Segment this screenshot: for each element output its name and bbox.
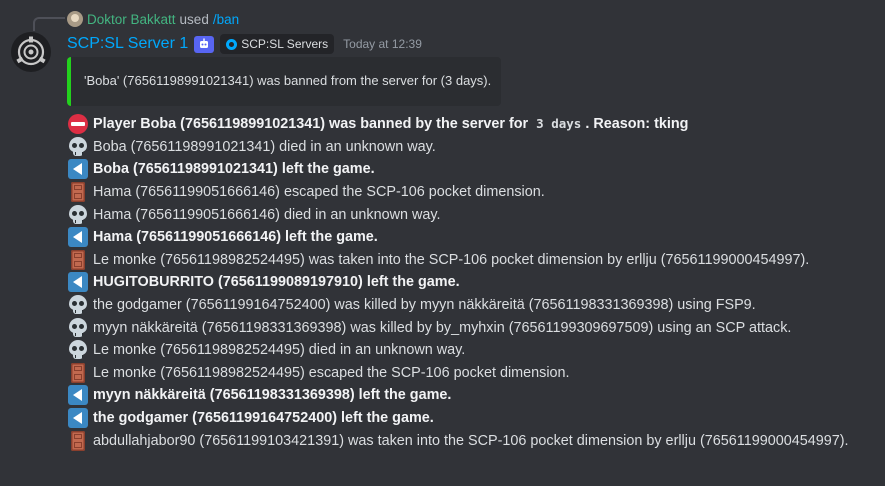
- log-lines: Player Boba (76561198991021341) was bann…: [67, 113, 882, 452]
- ban-embed: 'Boba' (76561198991021341) was banned fr…: [67, 57, 501, 106]
- log-line: Hama (76561199051666146) left the game.: [67, 226, 882, 249]
- log-line-text: Hama (76561199051666146) escaped the SCP…: [93, 184, 545, 201]
- log-line-text: Hama (76561199051666146) died in an unkn…: [93, 206, 441, 223]
- log-line: Hama (76561199051666146) escaped the SCP…: [67, 181, 882, 204]
- log-line-text: HUGITOBURRITO (76561199089197910) left t…: [93, 274, 460, 291]
- skull-icon: [67, 317, 89, 338]
- inline-code: 3 days: [536, 116, 582, 132]
- log-line-text: myyn näkkäreitä (76561198331369398) left…: [93, 387, 452, 404]
- reply-connector: [33, 17, 65, 31]
- server-tag-label: SCP:SL Servers: [241, 37, 329, 51]
- bot-avatar[interactable]: [11, 32, 51, 72]
- door-icon: [67, 182, 89, 203]
- log-line-text-end: . Reason: tking: [585, 116, 689, 133]
- server-tag[interactable]: SCP:SL Servers: [220, 34, 335, 54]
- back-arrow-icon: [67, 227, 89, 248]
- door-icon: [67, 249, 89, 270]
- reply-username[interactable]: Doktor Bakkatt: [87, 12, 176, 27]
- message-timestamp[interactable]: Today at 12:39: [343, 37, 422, 51]
- back-arrow-icon: [67, 408, 89, 429]
- skull-icon: [67, 295, 89, 315]
- log-line-text: Le monke (76561198982524495) died in an …: [93, 342, 466, 359]
- door-icon: [67, 430, 89, 451]
- log-line: Le monke (76561198982524495) escaped the…: [67, 362, 882, 385]
- server-tag-icon: [226, 38, 238, 50]
- log-line-text-start: Player Boba (76561198991021341) was bann…: [93, 116, 529, 133]
- log-line-text: myyn näkkäreitä (76561198331369398) was …: [93, 319, 792, 336]
- skull-icon: [67, 136, 89, 157]
- no-entry-icon: [67, 114, 89, 135]
- slash-command-link[interactable]: /ban: [213, 12, 239, 27]
- log-line: the godgamer (76561199164752400) left th…: [67, 407, 882, 430]
- log-line: myyn näkkäreitä (76561198331369398) left…: [67, 384, 882, 407]
- back-arrow-icon: [67, 159, 89, 180]
- log-line: Le monke (76561198982524495) died in an …: [67, 339, 882, 362]
- embed-description: 'Boba' (76561198991021341) was banned fr…: [84, 73, 492, 88]
- author-name[interactable]: SCP:SL Server 1: [67, 35, 188, 53]
- log-line: Boba (76561198991021341) died in an unkn…: [67, 136, 882, 159]
- log-line-text: Hama (76561199051666146) left the game.: [93, 229, 378, 246]
- user-avatar-small[interactable]: [67, 11, 83, 27]
- log-line-text: the godgamer (76561199164752400) left th…: [93, 410, 434, 427]
- log-line: Player Boba (76561198991021341) was bann…: [67, 113, 882, 136]
- skull-icon: [67, 340, 89, 360]
- reply-used-text: used: [179, 11, 209, 27]
- skull-icon: [67, 204, 89, 225]
- log-line-text: abdullahjabor90 (76561199103421391) was …: [93, 432, 849, 449]
- log-line-text: the godgamer (76561199164752400) was kil…: [93, 297, 756, 314]
- reply-context[interactable]: Doktor Bakkatt used /ban: [67, 10, 239, 28]
- log-line-text: Le monke (76561198982524495) escaped the…: [93, 364, 570, 381]
- log-line: Hama (76561199051666146) died in an unkn…: [67, 203, 882, 226]
- door-icon: [67, 362, 89, 383]
- log-line: Le monke (76561198982524495) was taken i…: [67, 249, 882, 272]
- log-line: Boba (76561198991021341) left the game.: [67, 158, 882, 181]
- log-line-text: Player Boba (76561198991021341) was bann…: [93, 116, 688, 132]
- back-arrow-icon: [67, 385, 89, 406]
- log-line: abdullahjabor90 (76561199103421391) was …: [67, 429, 882, 452]
- back-arrow-icon: [67, 272, 89, 293]
- log-line-text: Boba (76561198991021341) died in an unkn…: [93, 138, 436, 155]
- log-line-text: Boba (76561198991021341) left the game.: [93, 161, 375, 178]
- scp-logo-icon: [16, 36, 46, 66]
- log-line: myyn näkkäreitä (76561198331369398) was …: [67, 316, 882, 339]
- app-badge-icon[interactable]: [194, 35, 215, 53]
- log-line: HUGITOBURRITO (76561199089197910) left t…: [67, 271, 882, 294]
- log-line: the godgamer (76561199164752400) was kil…: [67, 294, 882, 317]
- log-line-text: Le monke (76561198982524495) was taken i…: [93, 251, 810, 268]
- message-header: SCP:SL Server 1 SCP:SL Servers Today at …: [67, 33, 422, 55]
